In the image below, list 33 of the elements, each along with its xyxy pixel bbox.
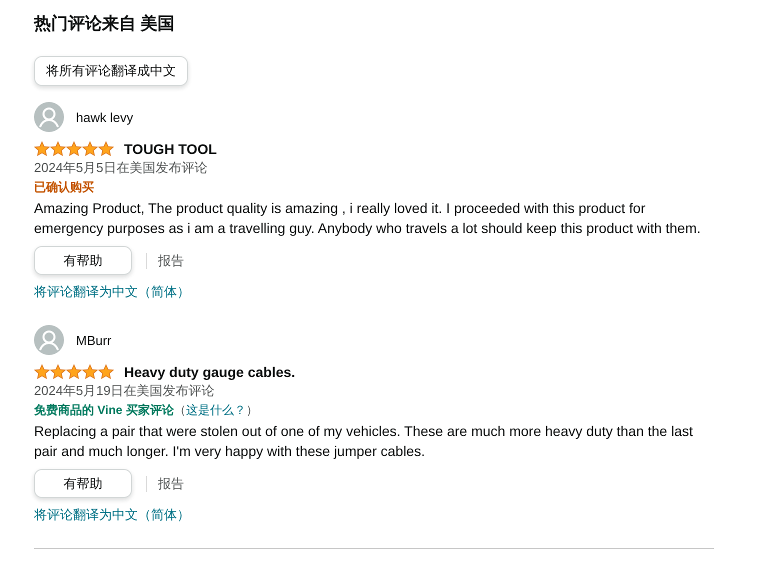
review-text: Replacing a pair that were stolen out of one of my vehicles. These are much more heavy duty than the last pair and much longer. I'm very happy with these jumper cables. — [34, 422, 694, 461]
star-icon — [98, 141, 114, 157]
star-icon — [50, 141, 66, 157]
star-icon — [66, 141, 82, 157]
translate-review-link[interactable]: 将评论翻译为中文（简体） — [34, 506, 190, 524]
parenthesis: ） — [246, 402, 258, 419]
vine-review-label: 免费商品的 Vine 买家评论 — [34, 402, 174, 419]
review-title: Heavy duty gauge cables. — [124, 364, 296, 380]
verified-purchase-label: 已确认购买 — [34, 179, 94, 196]
review-text: Amazing Product, The product quality is amazing , i really loved it. I proceeded with this product for emergency purposes as i am a travelling guy. Anybody who travels a lot should keep this product with them. — [34, 199, 702, 238]
helpful-button[interactable]: 有帮助 — [34, 246, 132, 275]
star-icon — [82, 364, 98, 380]
star-icon — [34, 364, 50, 380]
review-date: 2024年5月19日在美国发布评论 — [34, 382, 216, 400]
whats-this-link[interactable]: 这是什么？ — [186, 401, 246, 419]
star-icon — [82, 141, 98, 157]
translate-review-link[interactable]: 将评论翻译为中文（简体） — [34, 283, 190, 301]
avatar-icon — [34, 102, 64, 132]
star-icon — [34, 141, 50, 157]
helpful-button[interactable]: 有帮助 — [34, 469, 132, 498]
review-title: TOUGH TOOL — [124, 141, 217, 157]
section-heading: 热门评论来自 美国 — [34, 13, 176, 35]
reviewer-name: MBurr — [76, 332, 112, 348]
avatar-icon — [34, 325, 64, 355]
review-date: 2024年5月5日在美国发布评论 — [34, 159, 208, 177]
translate-all-button[interactable]: 将所有评论翻译成中文 — [34, 56, 188, 86]
report-link[interactable]: 报告 — [158, 474, 184, 492]
reviewer-name: hawk levy — [76, 110, 134, 124]
parenthesis: （ — [174, 402, 186, 419]
star-icon — [66, 364, 82, 380]
star-icon — [50, 364, 66, 380]
star-icon — [98, 364, 114, 380]
report-link[interactable]: 报告 — [158, 252, 184, 270]
